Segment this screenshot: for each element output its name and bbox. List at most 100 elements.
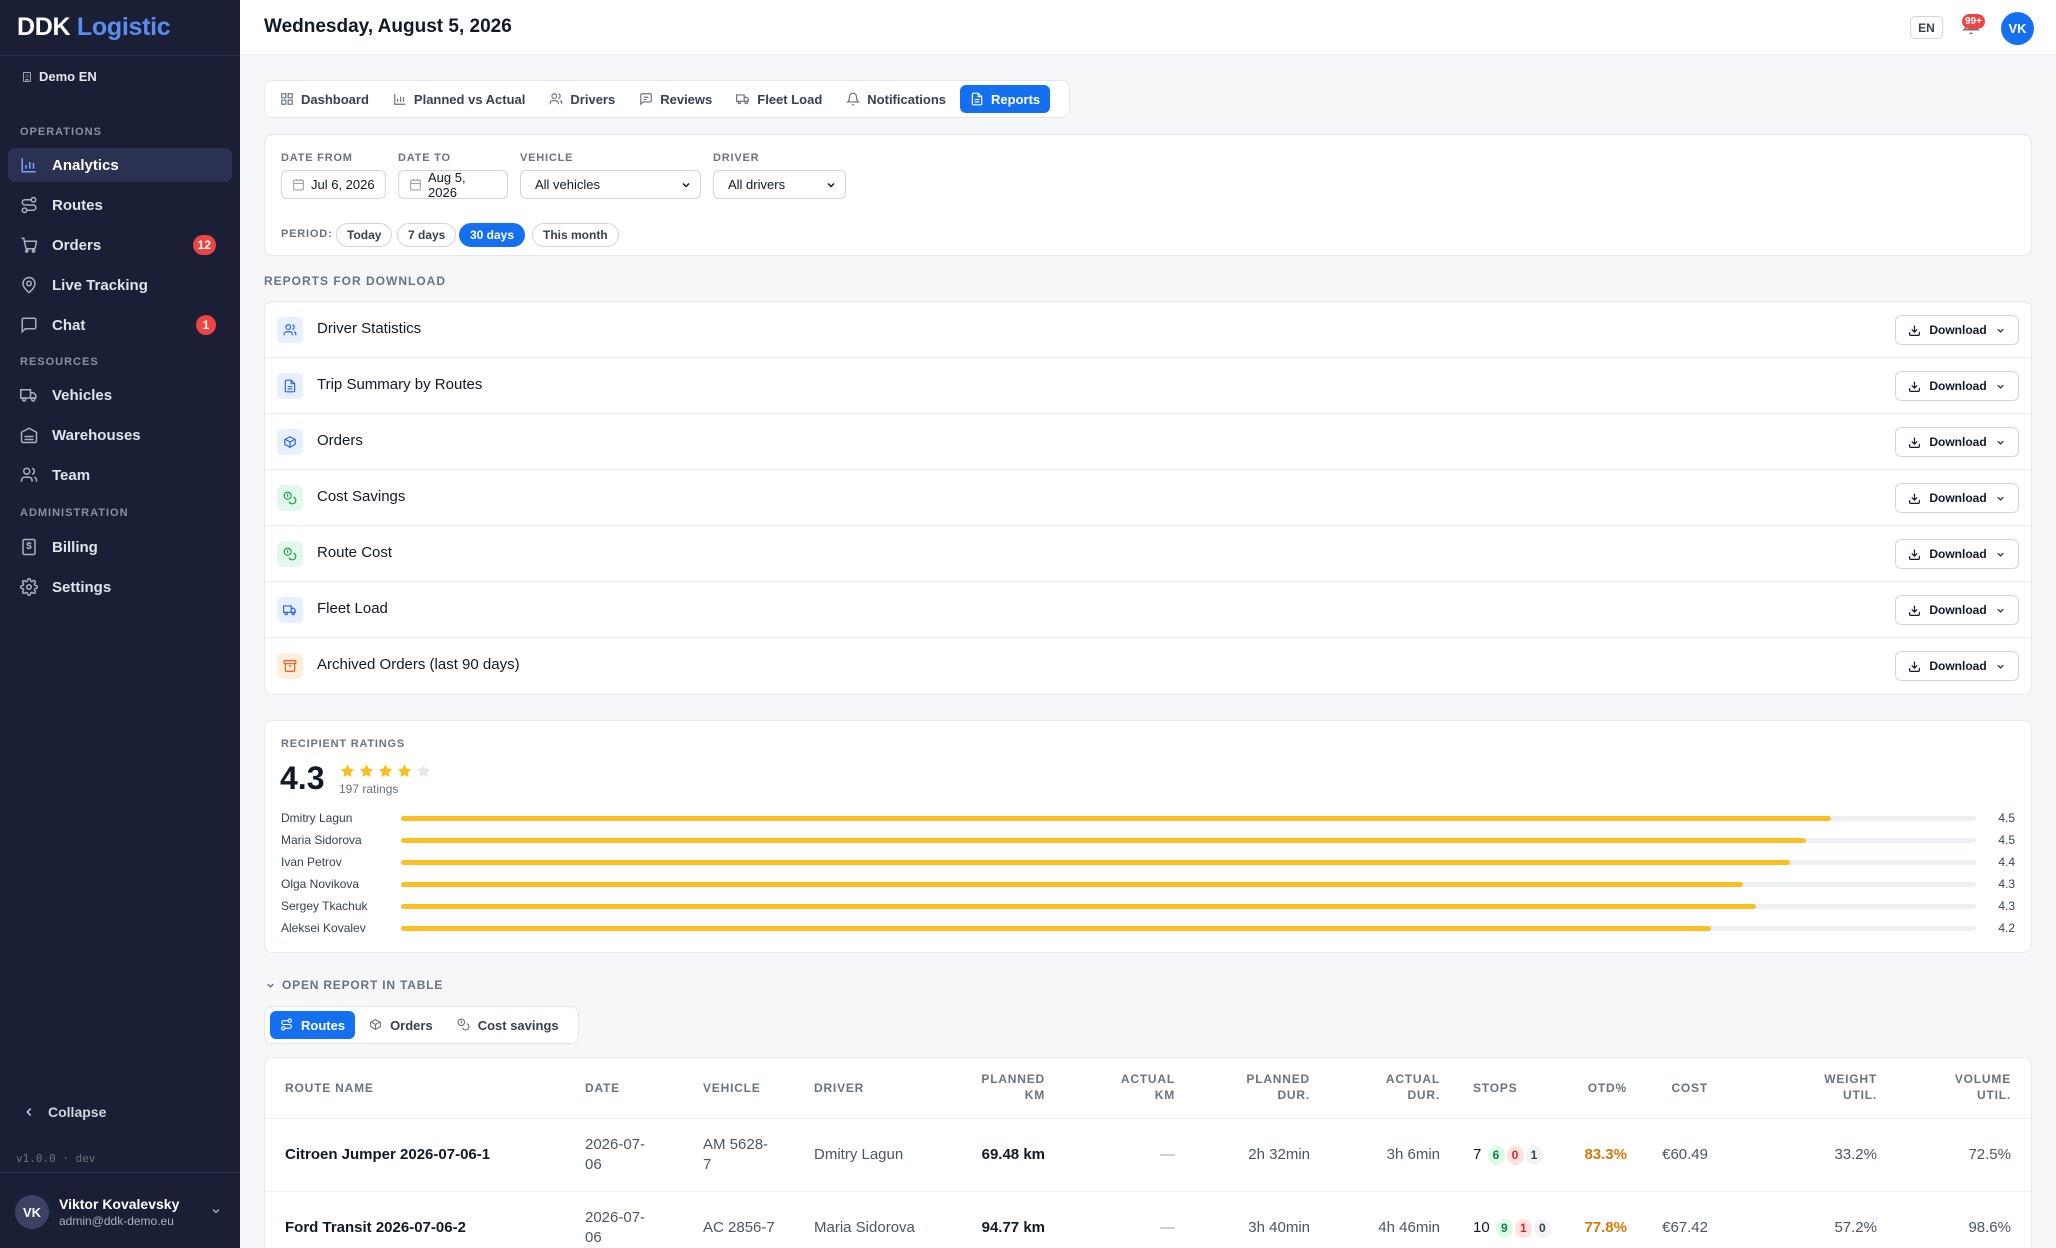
open-report-toggle[interactable]: OPEN REPORT IN TABLE [265,978,443,992]
date-from-input[interactable]: Jul 6, 2026 [281,170,386,199]
chevron-down-icon [1995,661,2006,672]
org-name: Demo EN [39,69,97,84]
header-line: WEIGHT [1824,1072,1877,1086]
chevron-down-icon[interactable] [210,1205,222,1217]
driver-rating-value: 4.4 [1998,855,2015,869]
bar-chart-icon [393,92,407,106]
sidebar-item-label: Chat [52,316,86,334]
sidebar-item-vehicles[interactable]: Vehicles [8,378,232,412]
tab-cost-savings[interactable]: Cost savings [447,1011,569,1039]
date-from-label: DATE FROM [281,152,353,164]
tab-routes[interactable]: Routes [270,1011,356,1039]
column-header-driver[interactable]: DRIVER [814,1080,864,1096]
version-label: v1.0.0 · dev [16,1152,96,1165]
table-row[interactable]: Citroen Jumper 2026-07-06-1 2026-07- 06 A… [265,1118,2031,1191]
download-button[interactable]: Download [1895,595,2019,625]
tab-planned-vs-actual[interactable]: Planned vs Actual [383,85,536,113]
user-menu[interactable]: VK Viktor Kovalevsky admin@ddk-demo.eu [15,1195,179,1229]
sidebar-item-team[interactable]: Team [8,458,232,492]
sidebar-item-settings[interactable]: Settings [8,570,232,604]
cost-value: €60.49 [1662,1146,1708,1163]
column-header-date[interactable]: DATE [585,1080,620,1096]
download-button[interactable]: Download [1895,315,2019,345]
chevron-down-icon [1995,325,2006,336]
brand-name-1: DDK [17,13,71,41]
period-this-month-button[interactable]: This month [532,223,619,247]
date-line: 06 [585,1229,602,1246]
language-switcher[interactable]: EN [1910,16,1943,39]
period-30-days-button[interactable]: 30 days [459,223,526,247]
header-line: VOLUME [1954,1072,2011,1086]
vehicle-select[interactable]: All vehicles [520,170,701,199]
date-line: 06 [585,1156,602,1173]
column-header-planned-duration[interactable]: PLANNED DUR. [1210,1071,1310,1103]
avatar[interactable]: VK [2001,12,2034,45]
column-header-volume-util[interactable]: VOLUME UTIL. [1911,1071,2011,1103]
chevron-down-icon [680,179,692,191]
tab-reports[interactable]: Reports [960,85,1051,113]
route-name[interactable]: Ford Transit 2026-07-06-2 [285,1218,466,1238]
ratings-title: RECIPIENT RATINGS [281,738,406,750]
driver-rating-bar [401,816,1976,821]
download-button[interactable]: Download [1895,371,2019,401]
period-today-button[interactable]: Today [336,223,393,247]
tab-label: Cost savings [477,1017,559,1033]
stops-completed-badge: 6 [1487,1146,1505,1165]
column-header-otd[interactable]: OTD% [1547,1080,1627,1096]
column-header-route-name[interactable]: ROUTE NAME [285,1080,374,1096]
tab-dashboard[interactable]: Dashboard [270,85,379,113]
tab-fleet-load[interactable]: Fleet Load [726,85,832,113]
driver-select[interactable]: All drivers [713,170,846,199]
sidebar-item-warehouses[interactable]: Warehouses [8,418,232,452]
sidebar-item-chat[interactable]: Chat 1 [8,308,232,342]
user-name: Viktor Kovalevsky [59,1196,180,1212]
column-header-stops[interactable]: STOPS [1473,1080,1517,1096]
section-operations: OPERATIONS [20,126,102,138]
bell-icon [846,92,861,106]
analytics-tabs: Dashboard Planned vs Actual Drivers Revi… [264,80,1070,118]
date-to-input[interactable]: Aug 5, 2026 [398,170,508,200]
driver-rating-name: Dmitry Lagun [281,811,353,825]
tab-label: Reviews [660,91,713,107]
sidebar-item-billing[interactable]: Billing [8,530,232,564]
report-row-fleet-load: Fleet Load Download [265,582,2031,638]
download-button[interactable]: Download [1895,539,2019,569]
grid-icon [280,92,294,106]
org-switcher[interactable]: Demo EN [21,69,97,84]
brand-logo[interactable]: DDK Logistic [17,13,171,42]
column-header-cost[interactable]: COST [1628,1080,1708,1096]
sidebar-item-label: Orders [52,236,102,254]
tab-orders[interactable]: Orders [359,1011,443,1039]
column-header-weight-util[interactable]: WEIGHT UTIL. [1777,1071,1877,1103]
cost-value: €67.42 [1662,1219,1708,1236]
sidebar-item-orders[interactable]: Orders 12 [8,228,232,262]
sidebar-item-routes[interactable]: Routes [8,188,232,222]
column-header-planned-km[interactable]: PLANNED KM [945,1071,1045,1103]
stops-total: 10 [1473,1219,1490,1236]
chat-icon [20,316,38,334]
table-row[interactable]: Ford Transit 2026-07-06-2 2026-07- 06 AC … [265,1191,2031,1248]
sidebar-item-live-tracking[interactable]: Live Tracking [8,268,232,302]
archive-icon [277,653,303,679]
period-7-days-button[interactable]: 7 days [397,223,457,247]
tab-reviews[interactable]: Reviews [629,85,722,113]
report-name: Route Cost [317,544,393,561]
star-icon [377,763,394,779]
users-icon [549,92,563,106]
tab-notifications[interactable]: Notifications [836,85,956,113]
actual-duration: 4h 46min [1378,1219,1440,1236]
column-header-vehicle[interactable]: VEHICLE [703,1080,761,1096]
avatar: VK [15,1195,49,1229]
download-button[interactable]: Download [1895,427,2019,457]
column-header-actual-km[interactable]: ACTUAL KM [1075,1071,1175,1103]
report-row-trip-summary: Trip Summary by Routes Download [265,358,2031,414]
download-button[interactable]: Download [1895,651,2019,681]
report-row-route-cost: Route Cost Download [265,526,2031,582]
tab-drivers[interactable]: Drivers [539,85,625,113]
download-button[interactable]: Download [1895,483,2019,513]
collapse-button[interactable]: Collapse [22,1104,106,1120]
sidebar-item-analytics[interactable]: Analytics [8,148,232,182]
route-name[interactable]: Citroen Jumper 2026-07-06-1 [285,1145,490,1165]
section-resources: RESOURCES [20,356,99,368]
column-header-actual-duration[interactable]: ACTUAL DUR. [1340,1071,1440,1103]
